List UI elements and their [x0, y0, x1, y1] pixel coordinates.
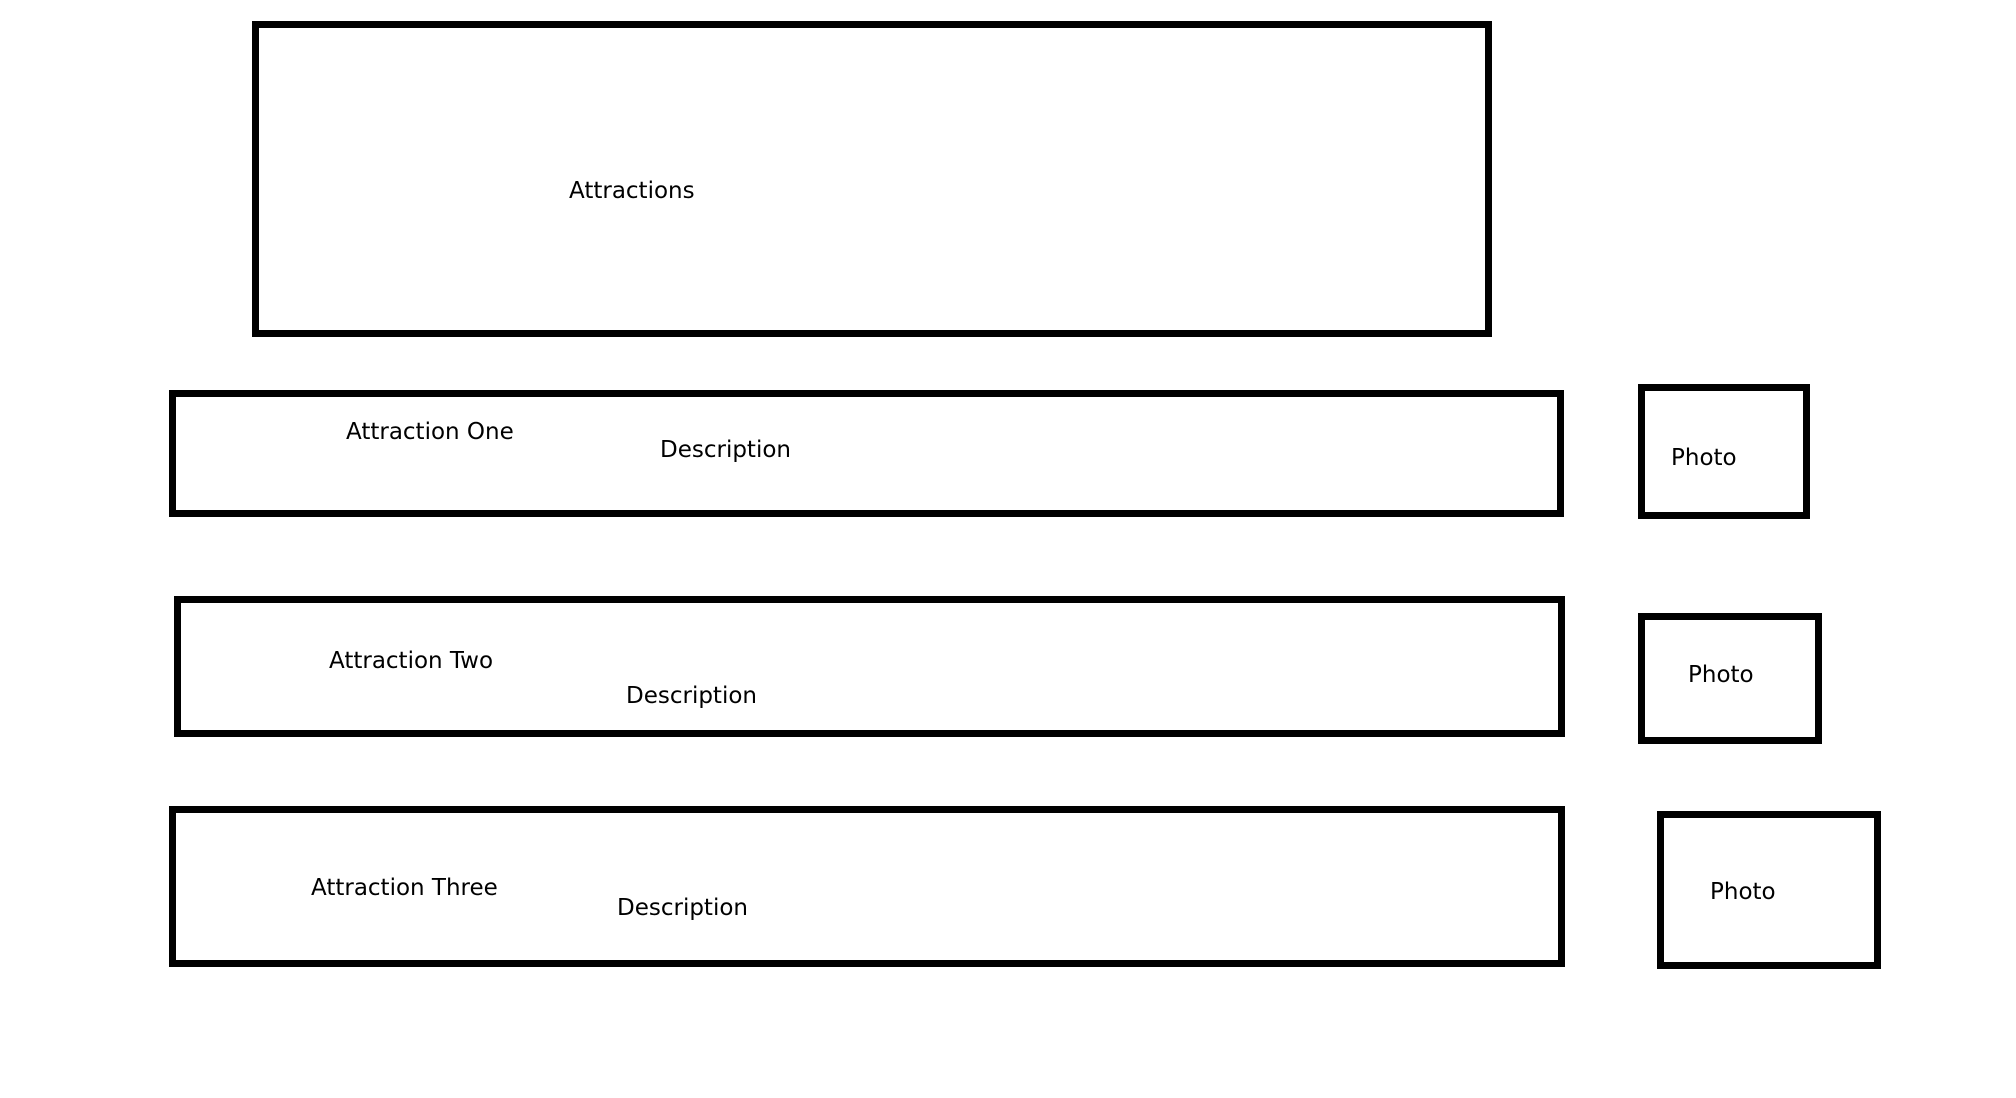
photo-label: Photo: [1688, 662, 1754, 688]
attraction-photo-box: Photo: [1657, 811, 1881, 969]
page-title: Attractions: [569, 178, 695, 204]
header-box: Attractions: [252, 21, 1492, 337]
attraction-name: Attraction Two: [329, 648, 494, 674]
photo-label: Photo: [1671, 445, 1737, 471]
attraction-name: Attraction One: [346, 419, 514, 445]
attraction-description: Description: [617, 895, 748, 921]
attraction-photo-box: Photo: [1638, 384, 1810, 519]
attraction-name: Attraction Three: [311, 875, 498, 901]
photo-label: Photo: [1710, 879, 1776, 905]
attraction-photo-box: Photo: [1638, 613, 1822, 744]
attraction-description: Description: [626, 683, 757, 709]
attraction-row-three: Attraction Three Description: [169, 806, 1565, 967]
attraction-row-two: Attraction Two Description: [174, 596, 1565, 737]
attraction-row-one: Attraction One Description: [169, 390, 1564, 517]
attraction-description: Description: [660, 437, 791, 463]
